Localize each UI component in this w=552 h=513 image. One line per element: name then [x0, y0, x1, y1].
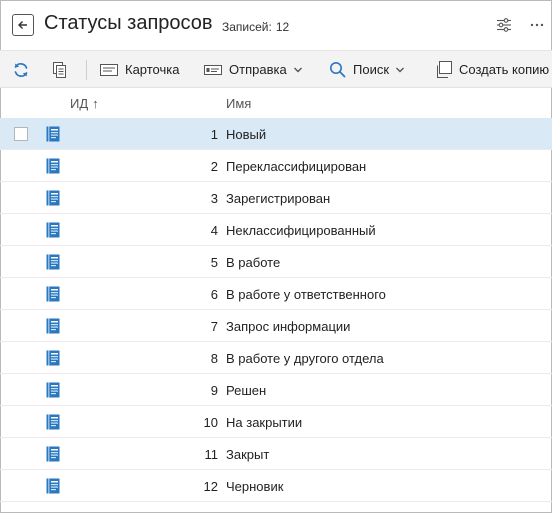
document-icon [46, 318, 60, 334]
table-row[interactable]: 2 Переклассифицирован [0, 150, 552, 182]
chevron-down-icon [293, 67, 302, 72]
table-row[interactable]: 1 Новый [0, 118, 552, 150]
table-body: 1 Новый 2 Переклассифицирован 3 Зарегист… [0, 118, 552, 502]
table-row[interactable]: 6 В работе у ответственного [0, 278, 552, 310]
refresh-button[interactable] [12, 51, 30, 87]
back-button[interactable] [12, 14, 34, 36]
table-row[interactable]: 8 В работе у другого отдела [0, 342, 552, 374]
row-id: 3 [210, 191, 218, 206]
row-id: 7 [210, 319, 218, 334]
card-button[interactable]: Карточка [100, 51, 180, 87]
row-id: 5 [210, 255, 218, 270]
view-settings-button[interactable] [493, 14, 515, 36]
row-name: Черновик [226, 479, 284, 494]
row-name: Новый [226, 127, 267, 142]
card-icon [100, 63, 118, 76]
document-icon [46, 254, 60, 270]
document-icon [46, 382, 60, 398]
row-name: Переклассифицирован [226, 159, 367, 174]
chevron-down-icon [396, 67, 405, 72]
more-options-button[interactable] [526, 14, 548, 36]
row-name: Решен [226, 383, 267, 398]
toolbar-separator [86, 60, 87, 80]
document-icon [46, 286, 60, 302]
table-row[interactable]: 3 Зарегистрирован [0, 182, 552, 214]
search-dropdown[interactable]: Поиск [329, 51, 405, 87]
create-copy-button[interactable]: Создать копию [435, 51, 550, 87]
send-icon [204, 64, 222, 75]
record-count-label: Записей: [222, 20, 272, 34]
document-icon [46, 126, 60, 142]
row-checkbox[interactable] [14, 127, 28, 141]
row-id: 2 [210, 159, 218, 174]
table-row[interactable]: 5 В работе [0, 246, 552, 278]
record-count: Записей: 12 [222, 20, 289, 34]
table-row[interactable]: 4 Неклассифицированный [0, 214, 552, 246]
document-icon [46, 414, 60, 430]
document-icon [46, 190, 60, 206]
row-name: Закрыт [226, 447, 270, 462]
record-count-value: 12 [275, 20, 290, 34]
row-id: 4 [210, 223, 218, 238]
refresh-icon [14, 62, 28, 77]
row-name: В работе у другого отдела [226, 351, 384, 366]
table-header: ИД ↑ Имя [0, 88, 552, 118]
row-id: 1 [210, 127, 218, 142]
row-id: 6 [210, 287, 218, 302]
document-icon [46, 446, 60, 462]
column-header-id[interactable]: ИД ↑ [70, 96, 99, 111]
table-row[interactable]: 11 Закрыт [0, 438, 552, 470]
table-row[interactable]: 9 Решен [0, 374, 552, 406]
sliders-icon [497, 18, 511, 32]
row-name: Запрос информации [226, 319, 351, 334]
duplicate-icon [437, 61, 452, 78]
table-row[interactable]: 12 Черновик [0, 470, 552, 502]
row-name: В работе [226, 255, 281, 270]
create-copy-label: Создать копию [459, 62, 550, 77]
row-id: 12 [203, 479, 218, 494]
ellipsis-icon [530, 23, 544, 27]
column-header-id-label: ИД [70, 96, 89, 111]
document-icon [46, 478, 60, 494]
copy-document-icon [53, 61, 66, 78]
row-name: Неклассифицированный [226, 223, 376, 238]
table-row[interactable]: 10 На закрытии [0, 406, 552, 438]
row-id: 11 [204, 447, 219, 462]
send-dropdown-label: Отправка [229, 62, 287, 77]
row-name: На закрытии [226, 415, 303, 430]
search-icon [330, 62, 346, 78]
row-id: 9 [210, 383, 218, 398]
copy-list-button[interactable] [52, 51, 68, 87]
row-id: 8 [210, 351, 218, 366]
document-icon [46, 222, 60, 238]
column-header-name[interactable]: Имя [226, 96, 251, 111]
table-row[interactable]: 7 Запрос информации [0, 310, 552, 342]
toolbar: Карточка Отправка Поиск Создать копию [0, 50, 552, 88]
document-icon [46, 350, 60, 366]
row-name: В работе у ответственного [226, 287, 386, 302]
row-id: 10 [203, 415, 218, 430]
search-dropdown-label: Поиск [353, 62, 390, 77]
arrow-left-icon [18, 21, 27, 29]
sort-ascending-icon: ↑ [92, 96, 99, 111]
card-button-label: Карточка [125, 62, 180, 77]
page-title: Статусы запросов [44, 12, 213, 34]
send-dropdown[interactable]: Отправка [204, 51, 303, 87]
row-name: Зарегистрирован [226, 191, 331, 206]
page-header: Статусы запросов Записей: 12 [0, 0, 552, 50]
document-icon [46, 158, 60, 174]
